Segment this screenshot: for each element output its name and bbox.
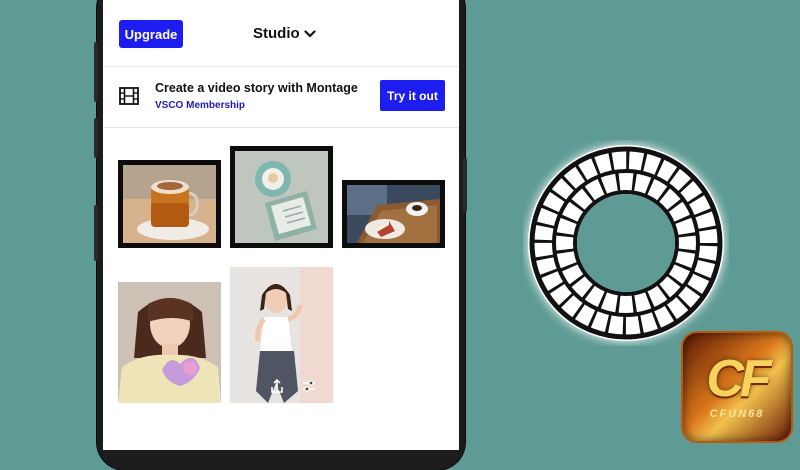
photo-tile-cake[interactable] — [342, 180, 445, 248]
montage-banner: Create a video story with Montage VSCO M… — [103, 67, 459, 128]
cfun68-logo: CF CFUN68 — [683, 333, 791, 441]
share-icon[interactable] — [270, 379, 284, 393]
phone-side-button — [94, 205, 98, 261]
cake-photo — [347, 185, 440, 243]
vsco-logo-icon — [528, 145, 724, 341]
app-screen: Upgrade Studio Create a video story with… — [103, 0, 459, 450]
film-icon — [119, 87, 139, 105]
cf-mark: CF — [706, 350, 771, 408]
chevron-down-icon — [304, 29, 316, 38]
cf-name: CFUN68 — [709, 408, 765, 420]
top-bar: Upgrade Studio — [103, 0, 459, 67]
book-photo — [235, 151, 328, 243]
photo-tile-book[interactable] — [230, 146, 333, 248]
sliders-icon[interactable] — [302, 380, 316, 392]
photo-tile-coffee[interactable] — [118, 160, 221, 248]
banner-title: Create a video story with Montage — [155, 81, 358, 95]
upgrade-button[interactable]: Upgrade — [119, 20, 183, 48]
photo-tile-girl-yellow[interactable] — [118, 282, 221, 403]
studio-label: Studio — [253, 25, 300, 42]
photo-tile-girl-white[interactable] — [230, 267, 333, 403]
studio-menu[interactable]: Studio — [253, 25, 316, 42]
phone-side-button — [94, 118, 98, 158]
try-it-out-button[interactable]: Try it out — [380, 80, 445, 111]
coffee-photo — [123, 165, 216, 243]
phone-power-button — [463, 158, 467, 212]
phone-side-button — [94, 42, 98, 102]
membership-link[interactable]: VSCO Membership — [155, 100, 245, 111]
girl-portrait-photo — [118, 282, 221, 403]
